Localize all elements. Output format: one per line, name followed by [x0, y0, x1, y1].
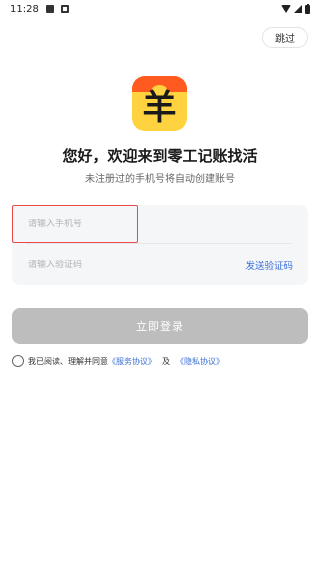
status-bar-left: 11:28	[10, 4, 69, 15]
status-bar-right	[281, 3, 310, 14]
status-bar: 11:28	[0, 0, 320, 18]
battery-icon	[305, 3, 310, 14]
phone-input[interactable]	[28, 219, 138, 229]
agreement-and-text: 及	[162, 356, 170, 366]
agreement-checkbox[interactable]	[12, 355, 24, 367]
verification-code-input[interactable]	[28, 260, 138, 270]
wifi-icon	[281, 5, 291, 13]
field-divider	[26, 243, 292, 244]
service-agreement-link[interactable]: 《服务协议》	[108, 356, 156, 367]
welcome-subtitle: 未注册过的手机号将自动创建账号	[85, 174, 235, 185]
logo-glyph: 羊	[142, 88, 177, 128]
login-button[interactable]: 立即登录	[12, 308, 308, 344]
welcome-title: 您好，欢迎来到零工记账找活	[62, 147, 258, 165]
app-logo: 羊	[132, 76, 187, 131]
phone-field[interactable]	[12, 205, 138, 243]
image-notification-icon	[45, 5, 54, 13]
login-screen: 11:28 跳过 羊 您好，欢迎来到零工记账找活 未注册过的手机号将自动创建账号…	[0, 0, 320, 568]
login-form-card: 发送验证码	[12, 205, 308, 285]
agreement-row: 我已阅读、理解并同意 《服务协议》 及 《隐私协议》	[12, 355, 224, 367]
privacy-agreement-link[interactable]: 《隐私协议》	[176, 356, 224, 367]
send-code-button[interactable]: 发送验证码	[245, 258, 293, 272]
signal-icon	[294, 5, 302, 13]
agreement-prefix: 我已阅读、理解并同意	[28, 356, 108, 366]
verification-code-row: 发送验证码	[12, 253, 308, 277]
status-time: 11:28	[10, 3, 39, 15]
skip-button[interactable]: 跳过	[262, 27, 308, 48]
app-notification-icon	[60, 5, 69, 13]
